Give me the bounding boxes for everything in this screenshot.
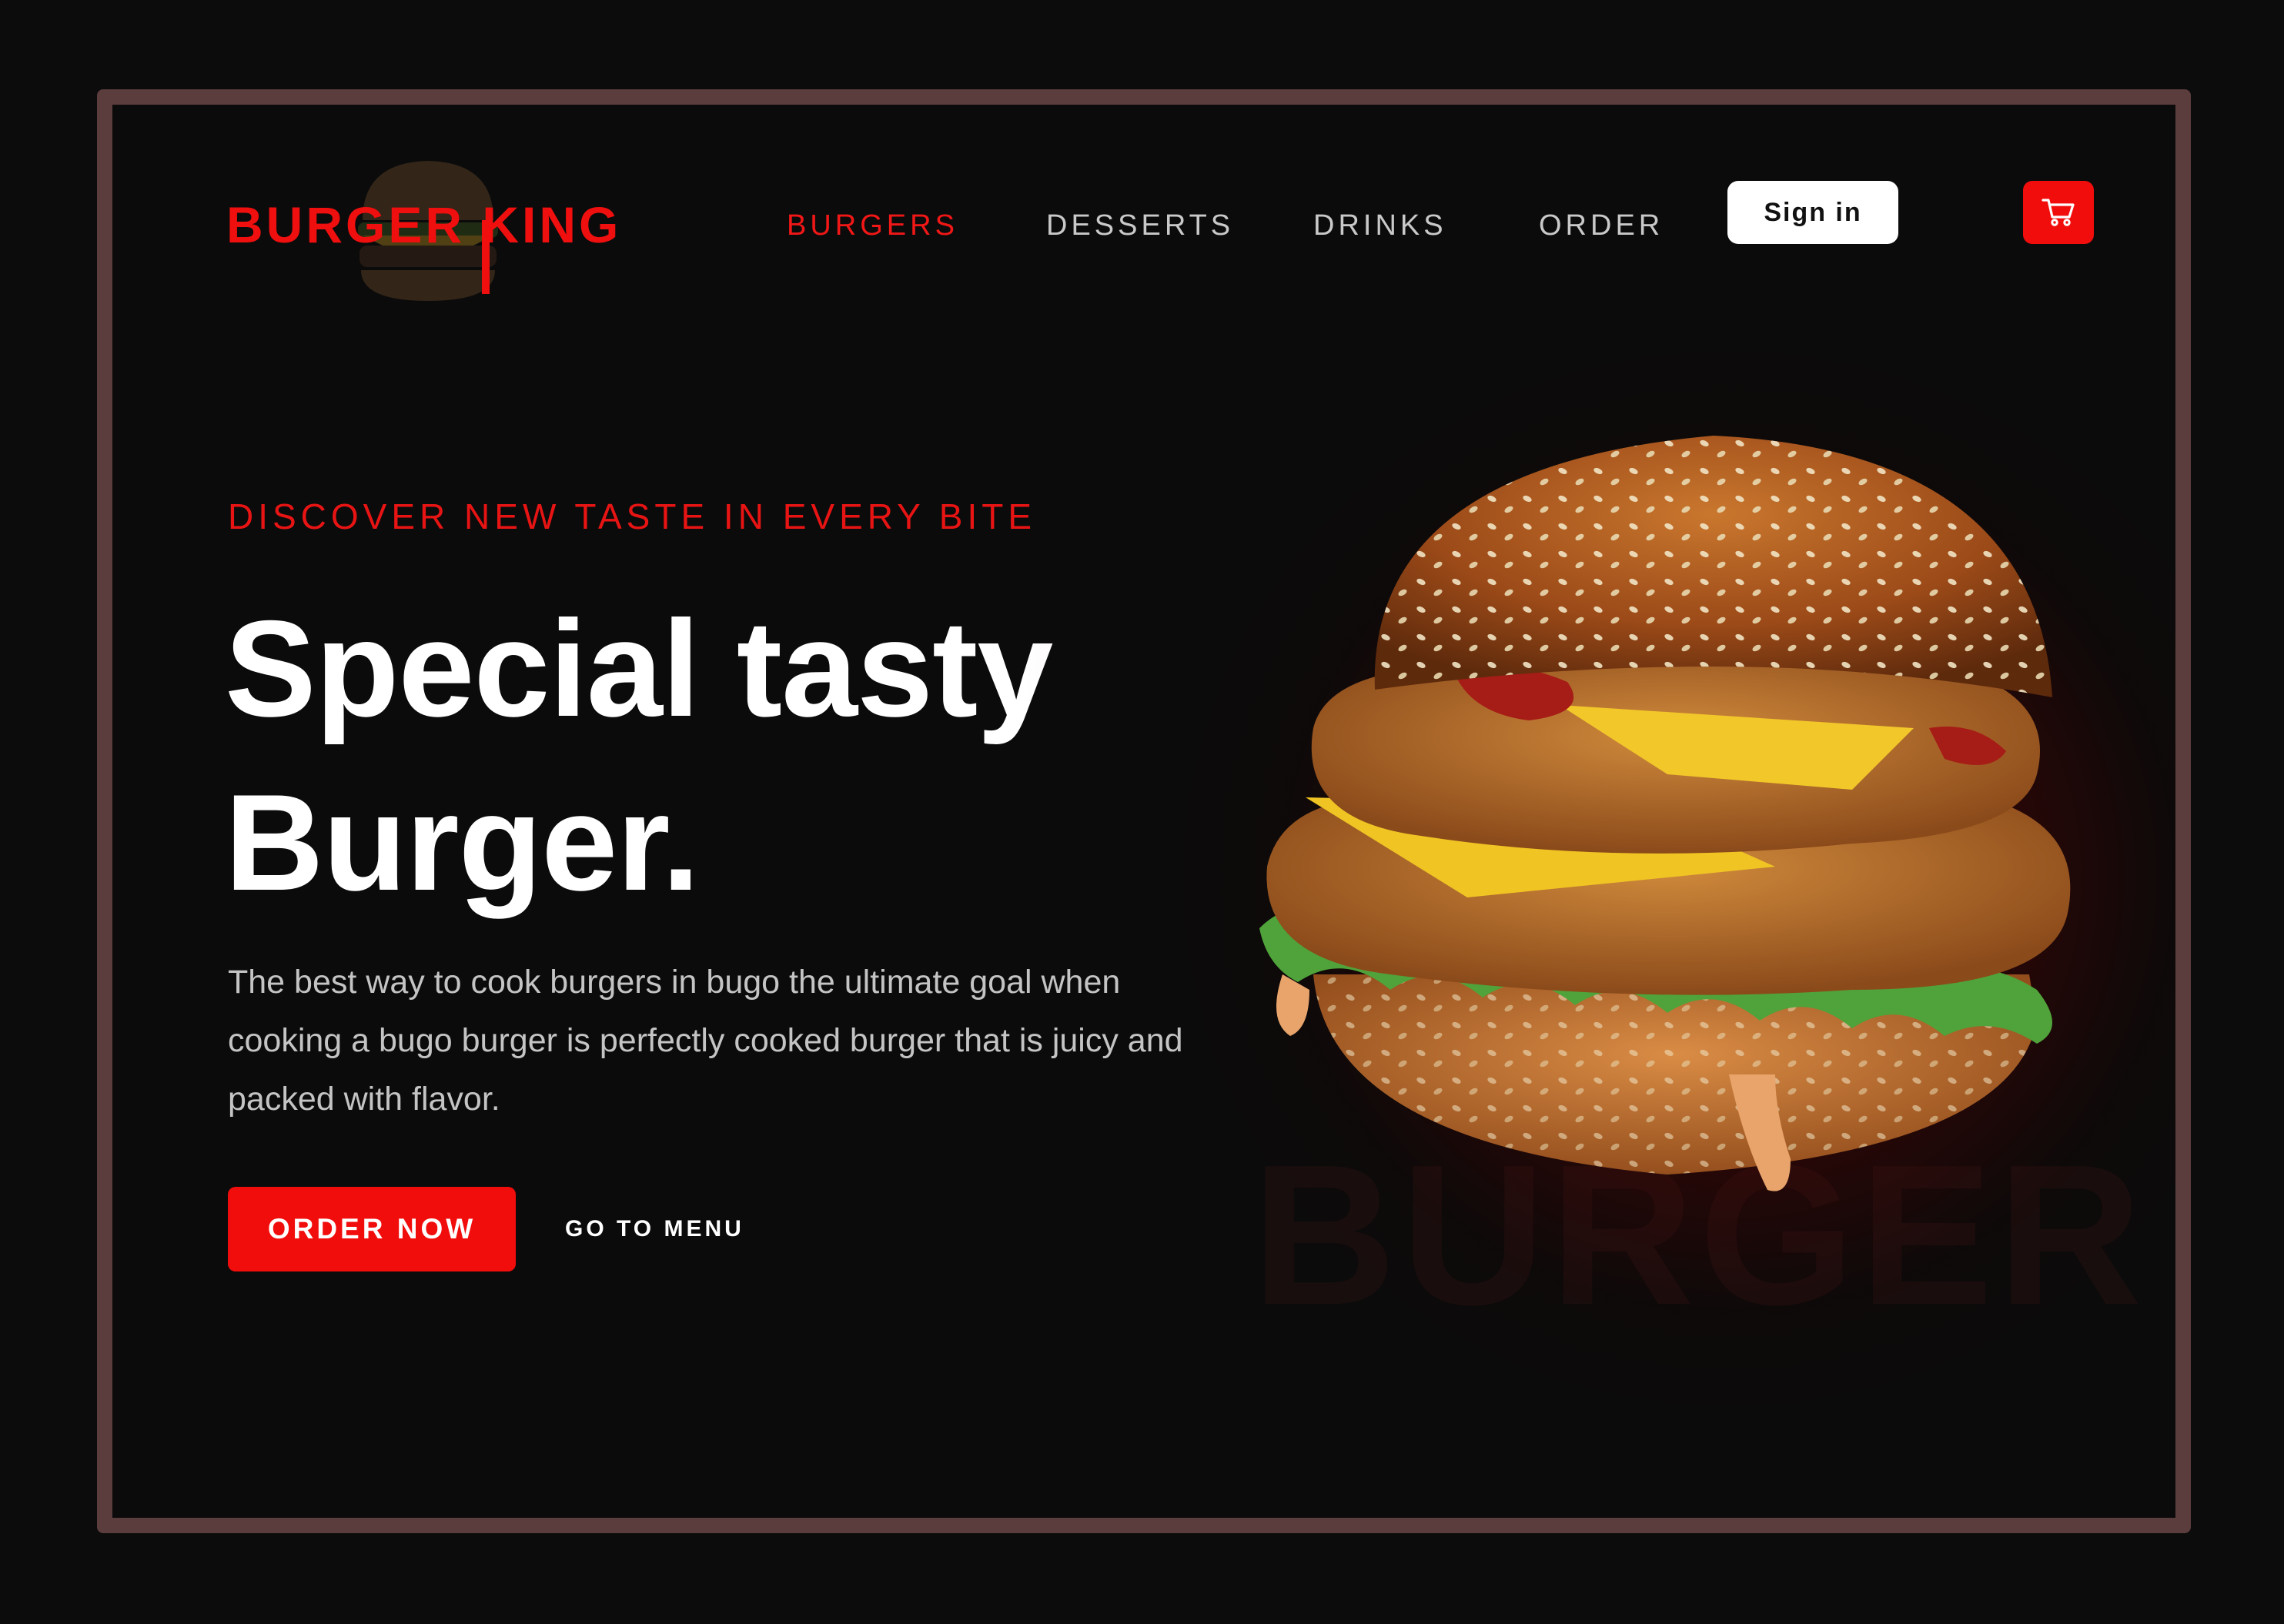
go-to-menu-link[interactable]: GO TO MENU [565, 1216, 744, 1242]
sign-in-button[interactable]: Sign in [1727, 181, 1898, 244]
headline-line-2: Burger. [225, 766, 700, 919]
page-frame: BURGER KING BURGERS DESSERTS DRINKS ORDE… [97, 89, 2191, 1533]
order-now-button[interactable]: ORDER NOW [228, 1187, 516, 1271]
hero-description: The best way to cook burgers in bugo the… [228, 964, 1183, 1118]
headline-line-1: Special tasty [225, 592, 1053, 745]
logo-drip [482, 220, 490, 294]
nav-desserts[interactable]: DESSERTS [1046, 209, 1234, 242]
nav-burgers[interactable]: BURGERS [787, 209, 958, 242]
cart-button[interactable] [2023, 181, 2094, 244]
brand-logo-text[interactable]: BURGER KING [226, 195, 621, 254]
hero-eyebrow: DISCOVER NEW TASTE IN EVERY BITE [228, 496, 1037, 536]
hero-headline: Special tasty Burger. [225, 582, 1226, 930]
nav-order[interactable]: ORDER [1539, 209, 1664, 242]
cart-icon [2042, 199, 2075, 226]
nav-drinks[interactable]: DRINKS [1313, 209, 1447, 242]
burger-image [1259, 436, 2071, 1191]
